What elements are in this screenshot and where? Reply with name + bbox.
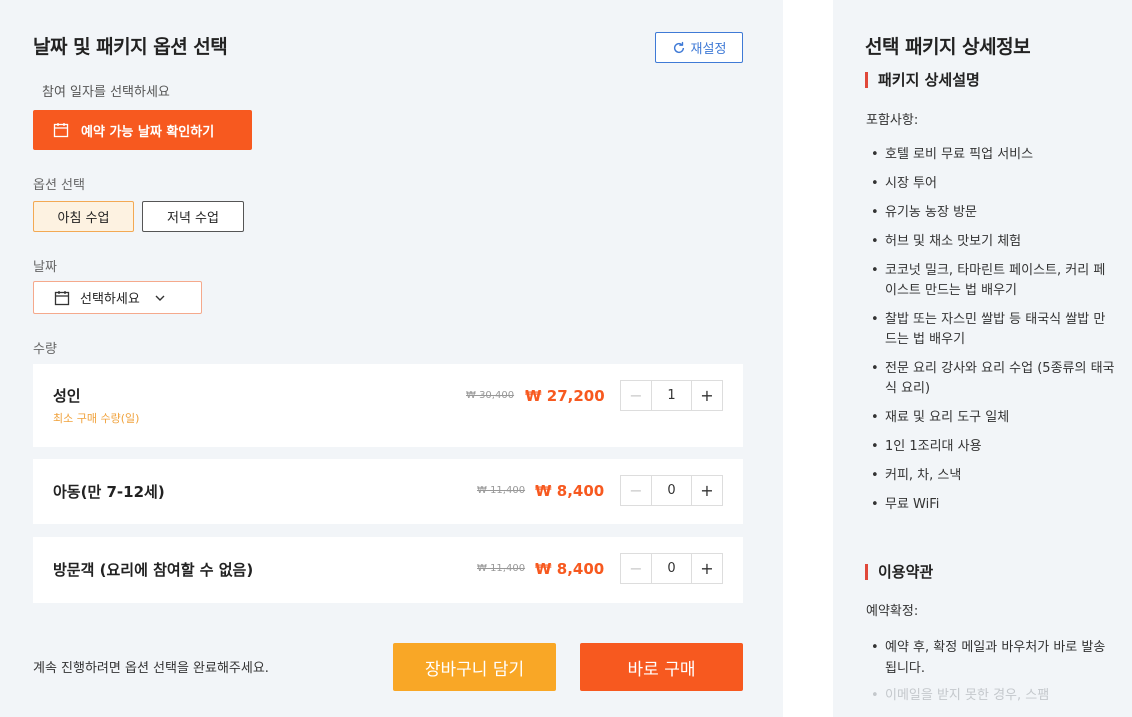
quantity-stepper: − 0 + [620, 553, 723, 584]
list-item: 코코넛 밀크, 타마린트 페이스트, 커리 페이스트 만드는 법 배우기 [867, 261, 1117, 301]
terms-heading-label: 이용약관 [878, 563, 934, 581]
quantity-name: 아동(만 7-12세) [53, 483, 165, 501]
minimum-purchase-note: 최소 구매 수량(일) [53, 412, 140, 425]
date-dropdown[interactable]: 선택하세요 [33, 281, 202, 314]
decrement-button[interactable]: − [621, 381, 652, 410]
section-bar [865, 71, 868, 88]
calendar-icon [54, 290, 70, 305]
chevron-down-icon [155, 295, 165, 301]
reset-button[interactable]: 재설정 [655, 32, 743, 63]
quantity-stepper: − 1 + [620, 380, 723, 411]
sale-price: ₩ 8,400 [535, 482, 605, 500]
quantity-value[interactable]: 0 [652, 476, 691, 505]
calendar-icon [53, 123, 69, 138]
section-bar [865, 563, 868, 580]
add-to-cart-button[interactable]: 장바구니 담기 [393, 643, 556, 691]
quantity-stepper: − 0 + [620, 475, 723, 506]
completion-message: 계속 진행하려면 옵션 선택을 완료해주세요. [33, 661, 269, 676]
quantity-row-visitor: 방문객 (요리에 참여할 수 없음) ₩ 11,400 ₩ 8,400 − 0 … [33, 537, 743, 603]
sale-price: ₩ 8,400 [535, 560, 605, 578]
refresh-icon [673, 41, 684, 53]
confirmation-label: 예약확정: [866, 604, 919, 619]
terms-heading: 이용약관 [865, 561, 933, 582]
details-title: 선택 패키지 상세정보 [865, 36, 1031, 58]
option-evening-class[interactable]: 저녁 수업 [142, 201, 244, 232]
increment-button[interactable]: + [691, 476, 722, 505]
list-item: 재료 및 요리 도구 일체 [867, 408, 1117, 428]
list-item: 호텔 로비 무료 픽업 서비스 [867, 145, 1117, 165]
quantity-name: 성인 [53, 387, 81, 405]
panel-gap [783, 0, 833, 717]
buy-now-button[interactable]: 바로 구매 [580, 643, 743, 691]
date-section-label: 날짜 [33, 260, 57, 275]
includes-list: 호텔 로비 무료 픽업 서비스 시장 투어 유기농 농장 방문 허브 및 채소 … [867, 145, 1117, 524]
list-item: 1인 1조리대 사용 [867, 437, 1117, 457]
option-morning-class[interactable]: 아침 수업 [33, 201, 134, 232]
description-heading: 패키지 상세설명 [865, 69, 980, 90]
quantity-row-child: 아동(만 7-12세) ₩ 11,400 ₩ 8,400 − 0 + [33, 459, 743, 524]
page-title: 날짜 및 패키지 옵션 선택 [33, 36, 228, 58]
list-item: 전문 요리 강사와 요리 수업 (5종류의 태국식 요리) [867, 359, 1117, 399]
original-price: ₩ 11,400 [477, 485, 526, 496]
terms-list: 예약 후, 확정 메일과 바우처가 바로 발송됩니다. 이메일을 받지 못한 경… [867, 637, 1117, 712]
list-item: 허브 및 채소 맛보기 체험 [867, 232, 1117, 252]
quantity-value[interactable]: 0 [652, 554, 691, 583]
increment-button[interactable]: + [691, 554, 722, 583]
check-dates-button[interactable]: 예약 가능 날짜 확인하기 [33, 110, 252, 150]
list-item: 커피, 차, 스낵 [867, 466, 1117, 486]
description-heading-label: 패키지 상세설명 [878, 71, 980, 89]
quantity-section-label: 수량 [33, 342, 57, 357]
sale-price: ₩ 27,200 [525, 387, 605, 405]
decrement-button[interactable]: − [621, 476, 652, 505]
option-section-label: 옵션 선택 [33, 178, 85, 193]
date-hint: 참여 일자를 선택하세요 [42, 85, 170, 100]
increment-button[interactable]: + [691, 381, 722, 410]
quantity-name: 방문객 (요리에 참여할 수 없음) [53, 561, 254, 579]
original-price: ₩ 30,400 [466, 390, 515, 401]
options-panel: 날짜 및 패키지 옵션 선택 재설정 참여 일자를 선택하세요 예약 가능 날짜… [0, 0, 783, 717]
reset-label: 재설정 [690, 42, 727, 57]
check-dates-label: 예약 가능 날짜 확인하기 [81, 124, 215, 140]
list-item: 무료 WiFi [867, 495, 1117, 515]
list-item: 유기농 농장 방문 [867, 203, 1117, 223]
list-item: 예약 후, 확정 메일과 바우처가 바로 발송됩니다. [867, 637, 1117, 679]
list-item: 찰밥 또는 자스민 쌀밥 등 태국식 쌀밥 만드는 법 배우기 [867, 310, 1117, 350]
list-item: 시장 투어 [867, 174, 1117, 194]
package-details-panel: 선택 패키지 상세정보 패키지 상세설명 포함사항: 호텔 로비 무료 픽업 서… [833, 0, 1132, 717]
original-price: ₩ 11,400 [477, 563, 526, 574]
quantity-row-adult: 성인 최소 구매 수량(일) ₩ 30,400 ₩ 27,200 − 1 + [33, 364, 743, 447]
list-item: 이메일을 받지 못한 경우, 스팸 [867, 685, 1117, 706]
quantity-value[interactable]: 1 [652, 381, 691, 410]
includes-label: 포함사항: [866, 113, 919, 128]
decrement-button[interactable]: − [621, 554, 652, 583]
date-placeholder: 선택하세요 [80, 292, 140, 307]
